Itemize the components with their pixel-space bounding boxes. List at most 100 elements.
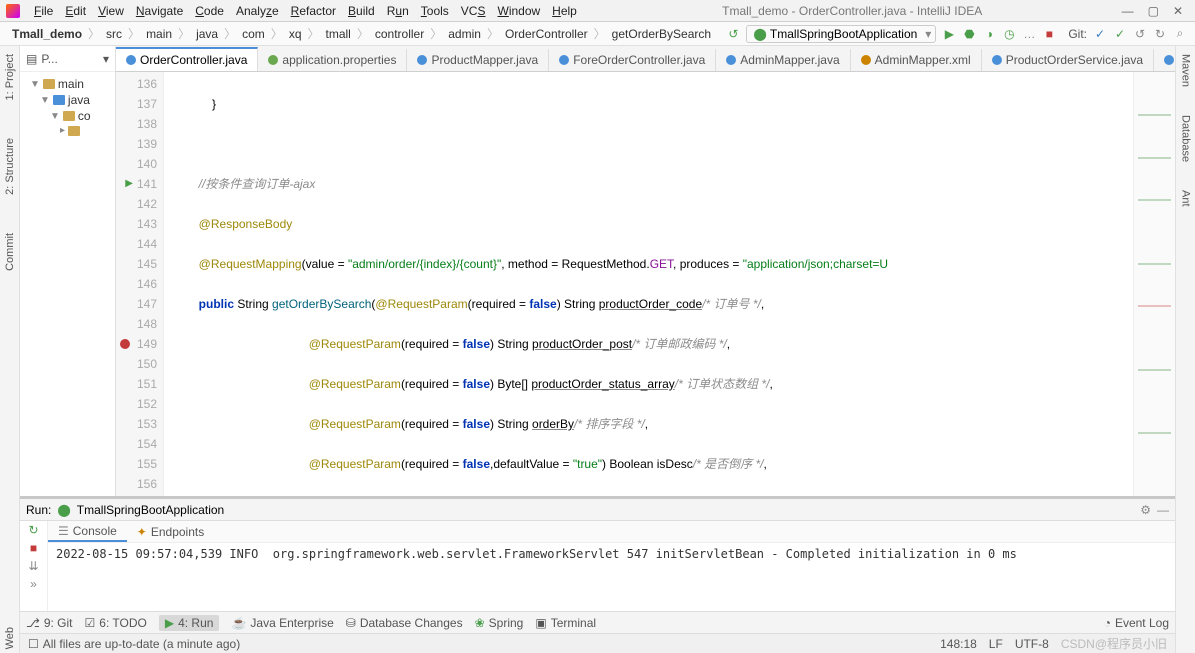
search-icon[interactable]: ⌕ (1173, 27, 1187, 41)
crumb-7[interactable]: controller (371, 27, 428, 41)
git-commit-icon[interactable]: ✓ (1113, 27, 1127, 41)
tool-structure[interactable]: 2: Structure (4, 134, 16, 199)
tab-application-properties[interactable]: application.properties (258, 49, 407, 71)
tab-productmapper[interactable]: ProductMapper.java (407, 49, 549, 71)
menu-help[interactable]: Help (546, 2, 583, 20)
minimize-icon[interactable]: — (1122, 4, 1134, 18)
run-panel-config[interactable]: TmallSpringBootApplication (77, 503, 224, 517)
menu-analyze[interactable]: Analyze (230, 2, 285, 20)
code-content[interactable]: } //按条件查询订单-ajax @ResponseBody @RequestM… (164, 72, 1133, 496)
menu-code[interactable]: Code (189, 2, 230, 20)
git-revert-icon[interactable]: ↻ (1153, 27, 1167, 41)
crumb-6[interactable]: tmall (322, 27, 355, 41)
git-history-icon[interactable]: ↺ (1133, 27, 1147, 41)
close-icon[interactable]: ✕ (1173, 4, 1183, 18)
bottom-database-changes[interactable]: ⛁Database Changes (346, 616, 463, 630)
run-config-icon: ⬤ (57, 503, 70, 517)
menu-tools[interactable]: Tools (415, 2, 455, 20)
maximize-icon[interactable]: ▢ (1148, 4, 1159, 18)
tree-node-sub[interactable]: ▸ (22, 124, 113, 137)
status-line-sep[interactable]: LF (989, 637, 1003, 651)
bottom-terminal[interactable]: ▣Terminal (535, 616, 596, 630)
line-gutter[interactable]: 136 137 138 139 140 ▶141 142 143 144 145… (116, 72, 164, 496)
tab-adminmapper-xml[interactable]: AdminMapper.xml (851, 49, 982, 71)
menu-navigate[interactable]: Navigate (130, 2, 189, 20)
stop-icon[interactable]: ■ (1042, 27, 1056, 41)
minimize-panel-icon[interactable]: — (1157, 503, 1169, 517)
attach-icon[interactable]: … (1022, 27, 1036, 41)
tool-database[interactable]: Database (1180, 111, 1192, 166)
tool-project[interactable]: 1: Project (4, 50, 16, 104)
code-editor[interactable]: 136 137 138 139 140 ▶141 142 143 144 145… (116, 72, 1175, 496)
status-encoding[interactable]: UTF-8 (1015, 637, 1049, 651)
run-panel: Run: ⬤ TmallSpringBootApplication ⚙ — ↻ … (20, 496, 1175, 611)
tool-web[interactable]: Web (4, 623, 16, 653)
tab-ordercontroller[interactable]: OrderController.java (116, 47, 258, 71)
run-config-selector[interactable]: ⬤ TmallSpringBootApplication (746, 25, 936, 43)
menu-vcs[interactable]: VCS (455, 2, 492, 20)
crumb-8[interactable]: admin (444, 27, 485, 41)
breakpoint-icon[interactable] (120, 339, 130, 349)
crumb-5[interactable]: xq (285, 27, 306, 41)
status-sync-icon: ☐ (28, 637, 39, 651)
tool-maven[interactable]: Maven (1180, 50, 1192, 91)
crumb-10[interactable]: getOrderBySearch (608, 27, 715, 41)
status-message: All files are up-to-date (a minute ago) (43, 637, 240, 651)
menu-window[interactable]: Window (491, 2, 546, 20)
chevron-down-icon[interactable]: ▾ (103, 52, 109, 66)
more-icon[interactable]: » (30, 577, 37, 591)
tab-overflow[interactable]: ProductOr (1154, 49, 1175, 71)
tool-commit[interactable]: Commit (4, 229, 16, 275)
tab-productorderservice[interactable]: ProductOrderService.java (982, 49, 1154, 71)
crumb-4[interactable]: com (238, 27, 269, 41)
tab-adminmapper-java[interactable]: AdminMapper.java (716, 49, 850, 71)
menu-view[interactable]: View (92, 2, 130, 20)
git-update-icon[interactable]: ✓ (1093, 27, 1107, 41)
crumb-0[interactable]: Tmall_demo (8, 27, 86, 41)
bottom-run[interactable]: ▶4: Run (159, 615, 220, 631)
run-tab-console[interactable]: ☰Console (48, 522, 127, 542)
project-tree[interactable]: ▼main ▼java ▼co ▸ (20, 72, 115, 141)
menu-run[interactable]: Run (381, 2, 415, 20)
menu-edit[interactable]: Edit (59, 2, 92, 20)
crumb-1[interactable]: src (102, 27, 126, 41)
code-minimap[interactable] (1133, 72, 1175, 496)
profile-icon[interactable]: ◷ (1002, 27, 1016, 41)
crumb-3[interactable]: java (192, 27, 222, 41)
bottom-spring[interactable]: ❀Spring (475, 616, 524, 630)
console-output[interactable]: 2022-08-15 09:57:04,539 INFO org.springf… (48, 543, 1175, 611)
down-icon[interactable]: ⇊ (28, 559, 38, 573)
crumb-9[interactable]: OrderController (501, 27, 592, 41)
tree-node-com[interactable]: ▼co (22, 108, 113, 124)
tool-ant[interactable]: Ant (1180, 186, 1192, 211)
tree-node-main[interactable]: ▼main (22, 76, 113, 92)
debug-icon[interactable]: ⬣ (962, 27, 976, 41)
run-panel-label: Run: (26, 503, 51, 517)
menu-file[interactable]: File (28, 2, 59, 20)
crumb-2[interactable]: main (142, 27, 176, 41)
bottom-tool-bar: ⎇9: Git ☑6: TODO ▶4: Run ☕Java Enterpris… (20, 611, 1175, 633)
status-caret-pos[interactable]: 148:18 (940, 637, 977, 651)
bottom-java-enterprise[interactable]: ☕Java Enterprise (231, 616, 333, 630)
menu-build[interactable]: Build (342, 2, 381, 20)
bottom-event-log[interactable]: ◔Event Log (1104, 616, 1169, 630)
run-icon[interactable]: ▶ (942, 27, 956, 41)
run-gutter-icon[interactable]: ▶ (125, 174, 133, 194)
bottom-git[interactable]: ⎇9: Git (26, 616, 73, 630)
project-pane: ▤ P... ▾ ▼main ▼java ▼co ▸ (20, 46, 116, 496)
gear-icon[interactable]: ⚙ (1140, 503, 1151, 517)
nav-bar: Tmall_demo〉 src〉 main〉 java〉 com〉 xq〉 tm… (0, 22, 1195, 46)
tree-node-java[interactable]: ▼java (22, 92, 113, 108)
rerun-icon[interactable]: ↻ (28, 523, 38, 537)
run-tab-endpoints[interactable]: ✦Endpoints (127, 523, 214, 541)
coverage-icon[interactable]: ◑ (982, 27, 996, 41)
git-label: Git: (1068, 27, 1087, 41)
bottom-todo[interactable]: ☑6: TODO (85, 616, 147, 630)
project-header[interactable]: ▤ P... ▾ (20, 46, 115, 72)
menu-refactor[interactable]: Refactor (285, 2, 342, 20)
editor-area: OrderController.java application.propert… (116, 46, 1175, 496)
project-view-icon: ▤ (26, 52, 37, 66)
build-icon[interactable]: ↺ (726, 27, 740, 41)
stop-run-icon[interactable]: ■ (30, 541, 37, 555)
tab-foreordercontroller[interactable]: ForeOrderController.java (549, 49, 716, 71)
